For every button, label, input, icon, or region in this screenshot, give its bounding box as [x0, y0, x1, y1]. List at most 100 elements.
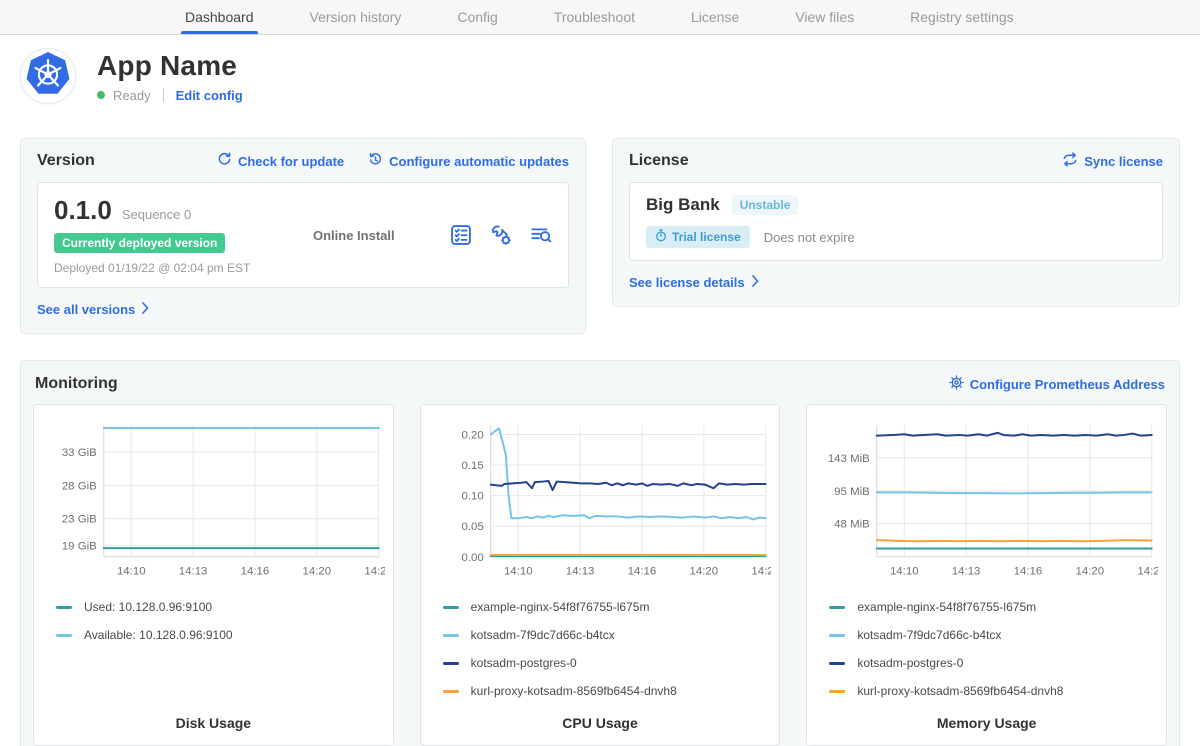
schedule-update-icon: [368, 152, 383, 170]
app-header: App Name Ready Edit config: [0, 35, 1200, 112]
gear-icon: [949, 375, 964, 393]
chart-legend: Used: 10.128.0.96:9100 Available: 10.128.…: [42, 588, 385, 709]
svg-text:28 GiB: 28 GiB: [62, 480, 97, 492]
svg-text:0.10: 0.10: [461, 491, 483, 503]
top-nav: Dashboard Version history Config Trouble…: [0, 0, 1200, 35]
divider: [163, 88, 164, 102]
view-logs-icon[interactable]: [530, 224, 552, 246]
configure-prometheus-link[interactable]: Configure Prometheus Address: [949, 375, 1165, 393]
configure-automatic-updates-label: Configure automatic updates: [389, 154, 569, 169]
configure-automatic-updates-link[interactable]: Configure automatic updates: [368, 152, 569, 170]
legend-item: Available: 10.128.0.96:9100: [56, 628, 371, 642]
channel-badge: Unstable: [732, 195, 799, 215]
legend-color-dash: [829, 662, 845, 665]
legend-item: kotsadm-7f9dc7d66c-b4tcx: [443, 628, 758, 642]
config-wrench-icon[interactable]: [490, 224, 512, 246]
legend-color-dash: [443, 606, 459, 609]
legend-color-dash: [829, 606, 845, 609]
chart-title: Memory Usage: [815, 709, 1158, 735]
legend-label: kotsadm-7f9dc7d66c-b4tcx: [471, 628, 615, 642]
sync-license-label: Sync license: [1084, 154, 1163, 169]
tab-registry-settings[interactable]: Registry settings: [882, 0, 1041, 34]
sync-icon: [1062, 152, 1078, 170]
svg-text:0.00: 0.00: [461, 552, 483, 564]
monitoring-title: Monitoring: [35, 375, 118, 393]
see-all-versions-label: See all versions: [37, 302, 135, 317]
svg-text:0.15: 0.15: [461, 460, 483, 472]
svg-text:33 GiB: 33 GiB: [62, 447, 97, 459]
legend-label: kurl-proxy-kotsadm-8569fb6454-dnvh8: [471, 684, 677, 698]
see-license-details-label: See license details: [629, 275, 745, 290]
license-type-badge: Trial license: [646, 226, 750, 248]
see-license-details-link[interactable]: See license details: [629, 275, 760, 290]
legend-item: kurl-proxy-kotsadm-8569fb6454-dnvh8: [443, 684, 758, 698]
legend-label: kurl-proxy-kotsadm-8569fb6454-dnvh8: [857, 684, 1063, 698]
configure-prometheus-label: Configure Prometheus Address: [970, 377, 1165, 392]
memory-usage-chart: 48 MiB95 MiB143 MiB14:1014:1314:1614:201…: [815, 413, 1158, 588]
tab-view-files[interactable]: View files: [767, 0, 882, 34]
legend-label: Used: 10.128.0.96:9100: [84, 600, 212, 614]
install-type-label: Online Install: [299, 228, 450, 243]
svg-text:48 MiB: 48 MiB: [835, 519, 871, 531]
tab-dashboard[interactable]: Dashboard: [157, 0, 282, 34]
status-text: Ready: [113, 88, 151, 103]
cards-row: Version Check for update: [0, 138, 1200, 334]
version-card-title: Version: [37, 152, 95, 170]
legend-item: kotsadm-postgres-0: [829, 656, 1144, 670]
edit-config-link[interactable]: Edit config: [176, 88, 243, 103]
license-type-label: Trial license: [672, 230, 741, 244]
disk-usage-chart-panel: 19 GiB23 GiB28 GiB33 GiB14:1014:1314:161…: [33, 404, 394, 746]
kubernetes-icon: [25, 51, 71, 102]
svg-text:14:20: 14:20: [1076, 566, 1105, 578]
svg-text:14:10: 14:10: [890, 566, 919, 578]
check-for-update-label: Check for update: [238, 154, 344, 169]
svg-text:14:23: 14:23: [1138, 566, 1158, 578]
legend-item: example-nginx-54f8f76755-l675m: [443, 600, 758, 614]
tab-version-history[interactable]: Version history: [282, 0, 430, 34]
memory-usage-chart-panel: 48 MiB95 MiB143 MiB14:1014:1314:1614:201…: [806, 404, 1167, 746]
svg-text:14:10: 14:10: [117, 566, 146, 578]
tab-config[interactable]: Config: [429, 0, 525, 34]
legend-color-dash: [56, 606, 72, 609]
tab-license[interactable]: License: [663, 0, 767, 34]
legend-label: example-nginx-54f8f76755-l675m: [857, 600, 1036, 614]
legend-color-dash: [829, 634, 845, 637]
svg-text:23 GiB: 23 GiB: [62, 514, 97, 526]
legend-color-dash: [443, 690, 459, 693]
svg-text:0.20: 0.20: [461, 429, 483, 441]
svg-text:14:13: 14:13: [952, 566, 981, 578]
legend-label: kotsadm-7f9dc7d66c-b4tcx: [857, 628, 1001, 642]
chart-legend: example-nginx-54f8f76755-l675m kotsadm-7f…: [815, 588, 1158, 709]
disk-usage-chart: 19 GiB23 GiB28 GiB33 GiB14:1014:1314:161…: [42, 413, 385, 588]
legend-label: kotsadm-postgres-0: [857, 656, 963, 670]
svg-text:14:23: 14:23: [751, 566, 771, 578]
chart-title: Disk Usage: [42, 709, 385, 735]
page-title: App Name: [97, 50, 243, 82]
sync-license-link[interactable]: Sync license: [1062, 152, 1163, 170]
sequence-label: Sequence 0: [122, 207, 191, 222]
tab-troubleshoot[interactable]: Troubleshoot: [526, 0, 663, 34]
svg-text:95 MiB: 95 MiB: [835, 486, 871, 498]
chevron-right-icon: [751, 275, 760, 290]
svg-text:14:13: 14:13: [179, 566, 208, 578]
legend-color-dash: [829, 690, 845, 693]
check-for-update-link[interactable]: Check for update: [217, 152, 344, 170]
monitoring-card: Monitoring Configure Prometheus Address …: [20, 360, 1180, 746]
legend-item: kotsadm-postgres-0: [443, 656, 758, 670]
cpu-usage-chart-panel: 0.000.050.100.150.2014:1014:1314:1614:20…: [420, 404, 781, 746]
svg-text:14:13: 14:13: [565, 566, 594, 578]
svg-text:14:16: 14:16: [1014, 566, 1043, 578]
svg-text:14:23: 14:23: [364, 566, 384, 578]
legend-color-dash: [56, 634, 72, 637]
license-card-title: License: [629, 152, 689, 170]
legend-item: kotsadm-7f9dc7d66c-b4tcx: [829, 628, 1144, 642]
svg-text:14:16: 14:16: [627, 566, 656, 578]
preflight-checks-icon[interactable]: [450, 224, 472, 246]
license-panel: Big Bank Unstable Trial license Do: [629, 182, 1163, 261]
legend-color-dash: [443, 662, 459, 665]
legend-item: kurl-proxy-kotsadm-8569fb6454-dnvh8: [829, 684, 1144, 698]
svg-text:0.05: 0.05: [461, 521, 483, 533]
see-all-versions-link[interactable]: See all versions: [37, 302, 150, 317]
license-card: License Sync license Big Bank Unstable: [612, 138, 1180, 307]
legend-label: example-nginx-54f8f76755-l675m: [471, 600, 650, 614]
